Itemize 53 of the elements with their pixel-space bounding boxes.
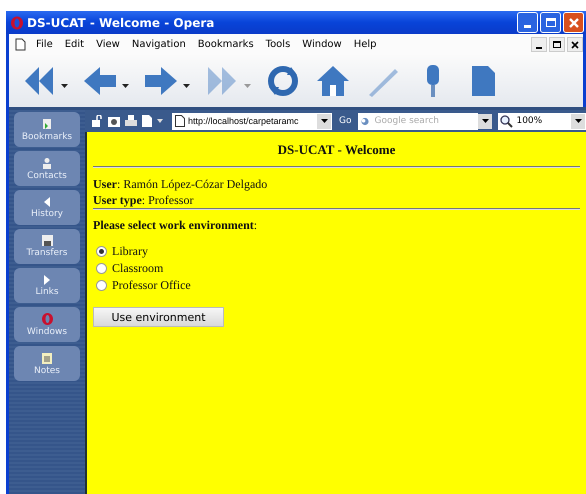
minimize-button[interactable] (531, 37, 547, 52)
close-icon (571, 40, 579, 48)
caret-icon[interactable] (574, 119, 582, 123)
reload-icon[interactable] (265, 63, 301, 99)
magnifier-icon (500, 114, 514, 128)
prompt-label: Please select work environment: (93, 218, 258, 233)
window-title: DS-UCAT - Welcome - Opera (27, 16, 214, 30)
printer-icon[interactable] (125, 115, 137, 127)
radio-button[interactable] (96, 262, 107, 274)
radio-button[interactable] (96, 280, 107, 290)
bookmark-icon (42, 118, 52, 130)
caret-icon[interactable] (482, 119, 489, 123)
caret-icon[interactable] (320, 119, 328, 123)
opera-logo-icon (42, 312, 52, 324)
radio-button[interactable] (96, 246, 107, 256)
menu-item[interactable]: File (26, 39, 59, 50)
camera-icon[interactable] (108, 115, 120, 127)
use-environment-button[interactable]: Use environment (93, 307, 224, 327)
menu-item[interactable]: Window (296, 39, 348, 50)
menu-item[interactable]: Navigation (126, 39, 192, 50)
menu-item[interactable]: Help (348, 39, 383, 50)
go-button[interactable]: Go (337, 116, 354, 126)
document-icon[interactable] (142, 115, 152, 127)
home-icon[interactable] (315, 63, 351, 99)
note-icon (42, 352, 52, 364)
option-label: Library (112, 243, 148, 259)
zoom-dropdown[interactable]: 100% (498, 112, 586, 130)
address-field[interactable]: http://localhost/carpetaramc (172, 112, 332, 130)
option-label: Professor Office (112, 277, 191, 293)
close-button[interactable] (567, 37, 583, 52)
document-icon (15, 38, 26, 51)
option-label: Classroom (112, 260, 164, 276)
search-engine-icon[interactable] (358, 112, 372, 130)
menu-item[interactable]: View (90, 39, 126, 50)
lock-icon[interactable] (91, 115, 103, 127)
left-triangle-icon (44, 196, 50, 206)
person-icon (42, 156, 52, 168)
user-type-label: User type: Professor (93, 192, 194, 208)
caret-icon[interactable] (61, 84, 68, 88)
search-field[interactable]: Google search (372, 112, 478, 130)
menu-item[interactable]: Tools (260, 39, 296, 50)
close-icon (568, 16, 580, 28)
menu-item[interactable]: Edit (58, 39, 90, 50)
restore-button[interactable] (549, 37, 565, 52)
right-triangle-icon (44, 274, 50, 284)
caret-icon[interactable] (122, 84, 129, 88)
document-icon (175, 115, 185, 127)
maximize-button[interactable] (540, 12, 561, 33)
menu-item[interactable]: Bookmarks (192, 39, 260, 50)
user-label: User: Ramón López-Cózar Delgado (93, 176, 268, 192)
caret-icon[interactable] (183, 84, 190, 88)
opera-logo-icon (10, 16, 24, 30)
page-heading: DS-UCAT - Welcome (276, 142, 396, 158)
